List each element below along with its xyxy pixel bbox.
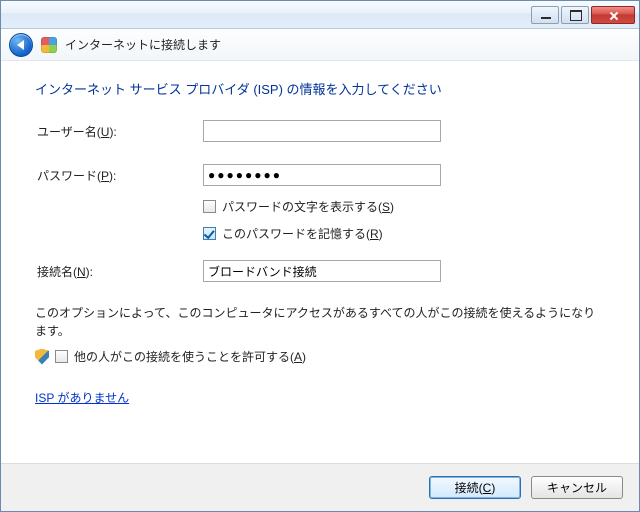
remember-password-label: このパスワードを記憶する(R) bbox=[222, 225, 383, 242]
allow-others-label: 他の人がこの接続を使うことを許可する(A) bbox=[74, 348, 306, 365]
uac-shield-icon bbox=[35, 349, 49, 365]
wizard-header: インターネットに接続します bbox=[1, 29, 639, 61]
show-password-label: パスワードの文字を表示する(S) bbox=[222, 198, 394, 215]
row-username: ユーザー名(U): bbox=[35, 120, 605, 142]
row-connection-name: 接続名(N): bbox=[35, 260, 605, 282]
titlebar bbox=[1, 1, 639, 29]
window-minimize-button[interactable] bbox=[531, 6, 559, 24]
content-area: インターネット サービス プロバイダ (ISP) の情報を入力してください ユー… bbox=[1, 61, 639, 463]
wizard-title: インターネットに接続します bbox=[65, 36, 221, 53]
username-label: ユーザー名(U): bbox=[35, 123, 203, 140]
remember-password-row[interactable]: このパスワードを記憶する(R) bbox=[203, 225, 605, 242]
connection-name-input[interactable] bbox=[203, 260, 441, 282]
username-input[interactable] bbox=[203, 120, 441, 142]
allow-others-checkbox[interactable] bbox=[55, 350, 68, 363]
row-password: パスワード(P): bbox=[35, 164, 605, 186]
cancel-button[interactable]: キャンセル bbox=[531, 476, 623, 499]
show-password-checkbox[interactable] bbox=[203, 200, 216, 213]
no-isp-link[interactable]: ISP がありません bbox=[35, 391, 129, 405]
no-isp-link-row: ISP がありません bbox=[35, 389, 605, 406]
page-heading: インターネット サービス プロバイダ (ISP) の情報を入力してください bbox=[35, 79, 605, 98]
dialog-footer: 接続(C) キャンセル bbox=[1, 463, 639, 511]
remember-password-checkbox[interactable] bbox=[203, 227, 216, 240]
connect-button[interactable]: 接続(C) bbox=[429, 476, 521, 499]
show-password-row[interactable]: パスワードの文字を表示する(S) bbox=[203, 198, 605, 215]
password-input[interactable] bbox=[203, 164, 441, 186]
window-maximize-button[interactable] bbox=[561, 6, 589, 24]
window-close-button[interactable] bbox=[591, 6, 635, 24]
allow-description: このオプションによって、このコンピュータにアクセスがあるすべての人がこの接続を使… bbox=[35, 304, 605, 340]
network-icon bbox=[41, 37, 57, 53]
connection-name-label: 接続名(N): bbox=[35, 263, 203, 280]
back-arrow-icon bbox=[17, 40, 24, 50]
allow-others-row[interactable]: 他の人がこの接続を使うことを許可する(A) bbox=[35, 348, 605, 365]
password-label: パスワード(P): bbox=[35, 167, 203, 184]
password-options: パスワードの文字を表示する(S) このパスワードを記憶する(R) bbox=[203, 198, 605, 242]
back-button[interactable] bbox=[9, 33, 33, 57]
